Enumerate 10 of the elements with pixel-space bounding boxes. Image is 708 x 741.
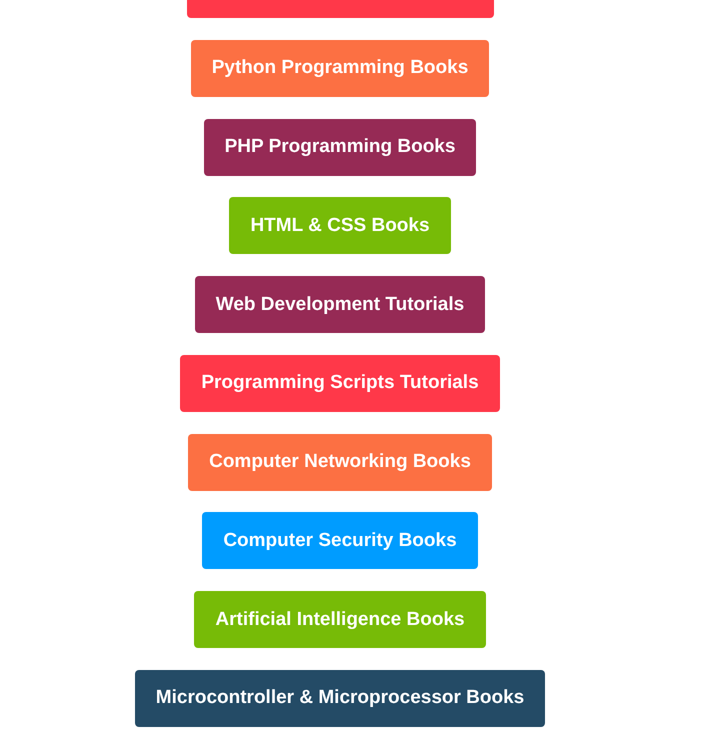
category-button[interactable]: Web Development Tutorials — [194, 276, 486, 333]
category-button[interactable]: PHP Programming Books — [204, 118, 476, 176]
category-button[interactable]: Computer Security Books — [202, 512, 478, 570]
category-button[interactable]: Programming Scripts Tutorials — [180, 354, 500, 412]
category-button[interactable]: Artificial Intelligence Books — [194, 591, 486, 648]
partial-button[interactable] — [186, 0, 494, 18]
category-button[interactable]: Microcontroller & Microprocessor Books — [134, 670, 546, 727]
category-button[interactable]: HTML & CSS Books — [229, 197, 451, 254]
category-button[interactable]: Python Programming Books — [190, 40, 490, 97]
category-button[interactable]: Computer Networking Books — [188, 434, 492, 490]
